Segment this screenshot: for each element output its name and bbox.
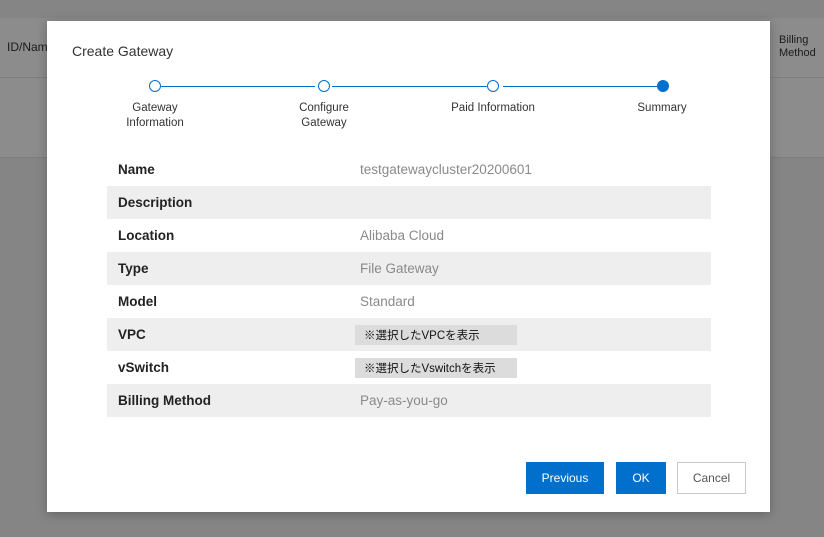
dialog-title: Create Gateway <box>72 43 174 59</box>
ok-button[interactable]: OK <box>616 462 666 494</box>
step-1-label-line1: Gateway <box>132 102 178 114</box>
summary-key: Name <box>118 162 155 177</box>
step-2-label-line1: Configure <box>299 102 349 114</box>
summary-row-name: Name testgatewaycluster20200601 <box>107 153 711 186</box>
summary-row-type: Type File Gateway <box>107 252 711 285</box>
step-2-label-line2: Gateway <box>301 117 347 129</box>
summary-row-model: Model Standard <box>107 285 711 318</box>
summary-row-billing-method: Billing Method Pay-as-you-go <box>107 384 711 417</box>
step-3-dot <box>487 80 499 92</box>
summary-value: File Gateway <box>360 261 439 276</box>
summary-value: testgatewaycluster20200601 <box>360 162 532 177</box>
summary-key: VPC <box>118 327 146 342</box>
step-4-label: Summary <box>607 101 717 116</box>
create-gateway-dialog: Create Gateway Gateway Information Confi… <box>47 21 770 512</box>
step-3-label-line1: Paid Information <box>451 102 535 114</box>
step-2-dot <box>318 80 330 92</box>
step-2-label: Configure Gateway <box>269 101 379 131</box>
summary-row-description: Description <box>107 186 711 219</box>
summary-row-vpc: VPC ※選択したVPCを表示 <box>107 318 711 351</box>
step-4-dot <box>657 80 669 92</box>
summary-value-placeholder: ※選択したVPCを表示 <box>355 324 517 345</box>
summary-key: Billing Method <box>118 393 211 408</box>
step-4-label-line1: Summary <box>637 102 687 114</box>
cancel-button[interactable]: Cancel <box>677 462 746 494</box>
summary-key: Type <box>118 261 149 276</box>
step-connector <box>161 86 315 87</box>
step-3-label: Paid Information <box>438 101 548 116</box>
summary-row-location: Location Alibaba Cloud <box>107 219 711 252</box>
summary-value: Alibaba Cloud <box>360 228 445 243</box>
summary-key: vSwitch <box>118 360 170 375</box>
summary-table: Name testgatewaycluster20200601 Descript… <box>107 153 711 417</box>
step-1-label: Gateway Information <box>100 101 210 131</box>
summary-value-placeholder: ※選択したVswitchを表示 <box>355 357 517 378</box>
summary-key: Location <box>118 228 175 243</box>
step-connector <box>332 86 487 87</box>
wizard-steps: Gateway Information Configure Gateway Pa… <box>107 79 707 159</box>
summary-value: Standard <box>360 294 415 309</box>
step-1-dot <box>149 80 161 92</box>
summary-key: Description <box>118 195 193 210</box>
summary-row-vswitch: vSwitch ※選択したVswitchを表示 <box>107 351 711 384</box>
step-1-label-line2: Information <box>126 117 184 129</box>
summary-value: Pay-as-you-go <box>360 393 448 408</box>
summary-key: Model <box>118 294 157 309</box>
step-connector <box>503 86 657 87</box>
previous-button[interactable]: Previous <box>526 462 604 494</box>
